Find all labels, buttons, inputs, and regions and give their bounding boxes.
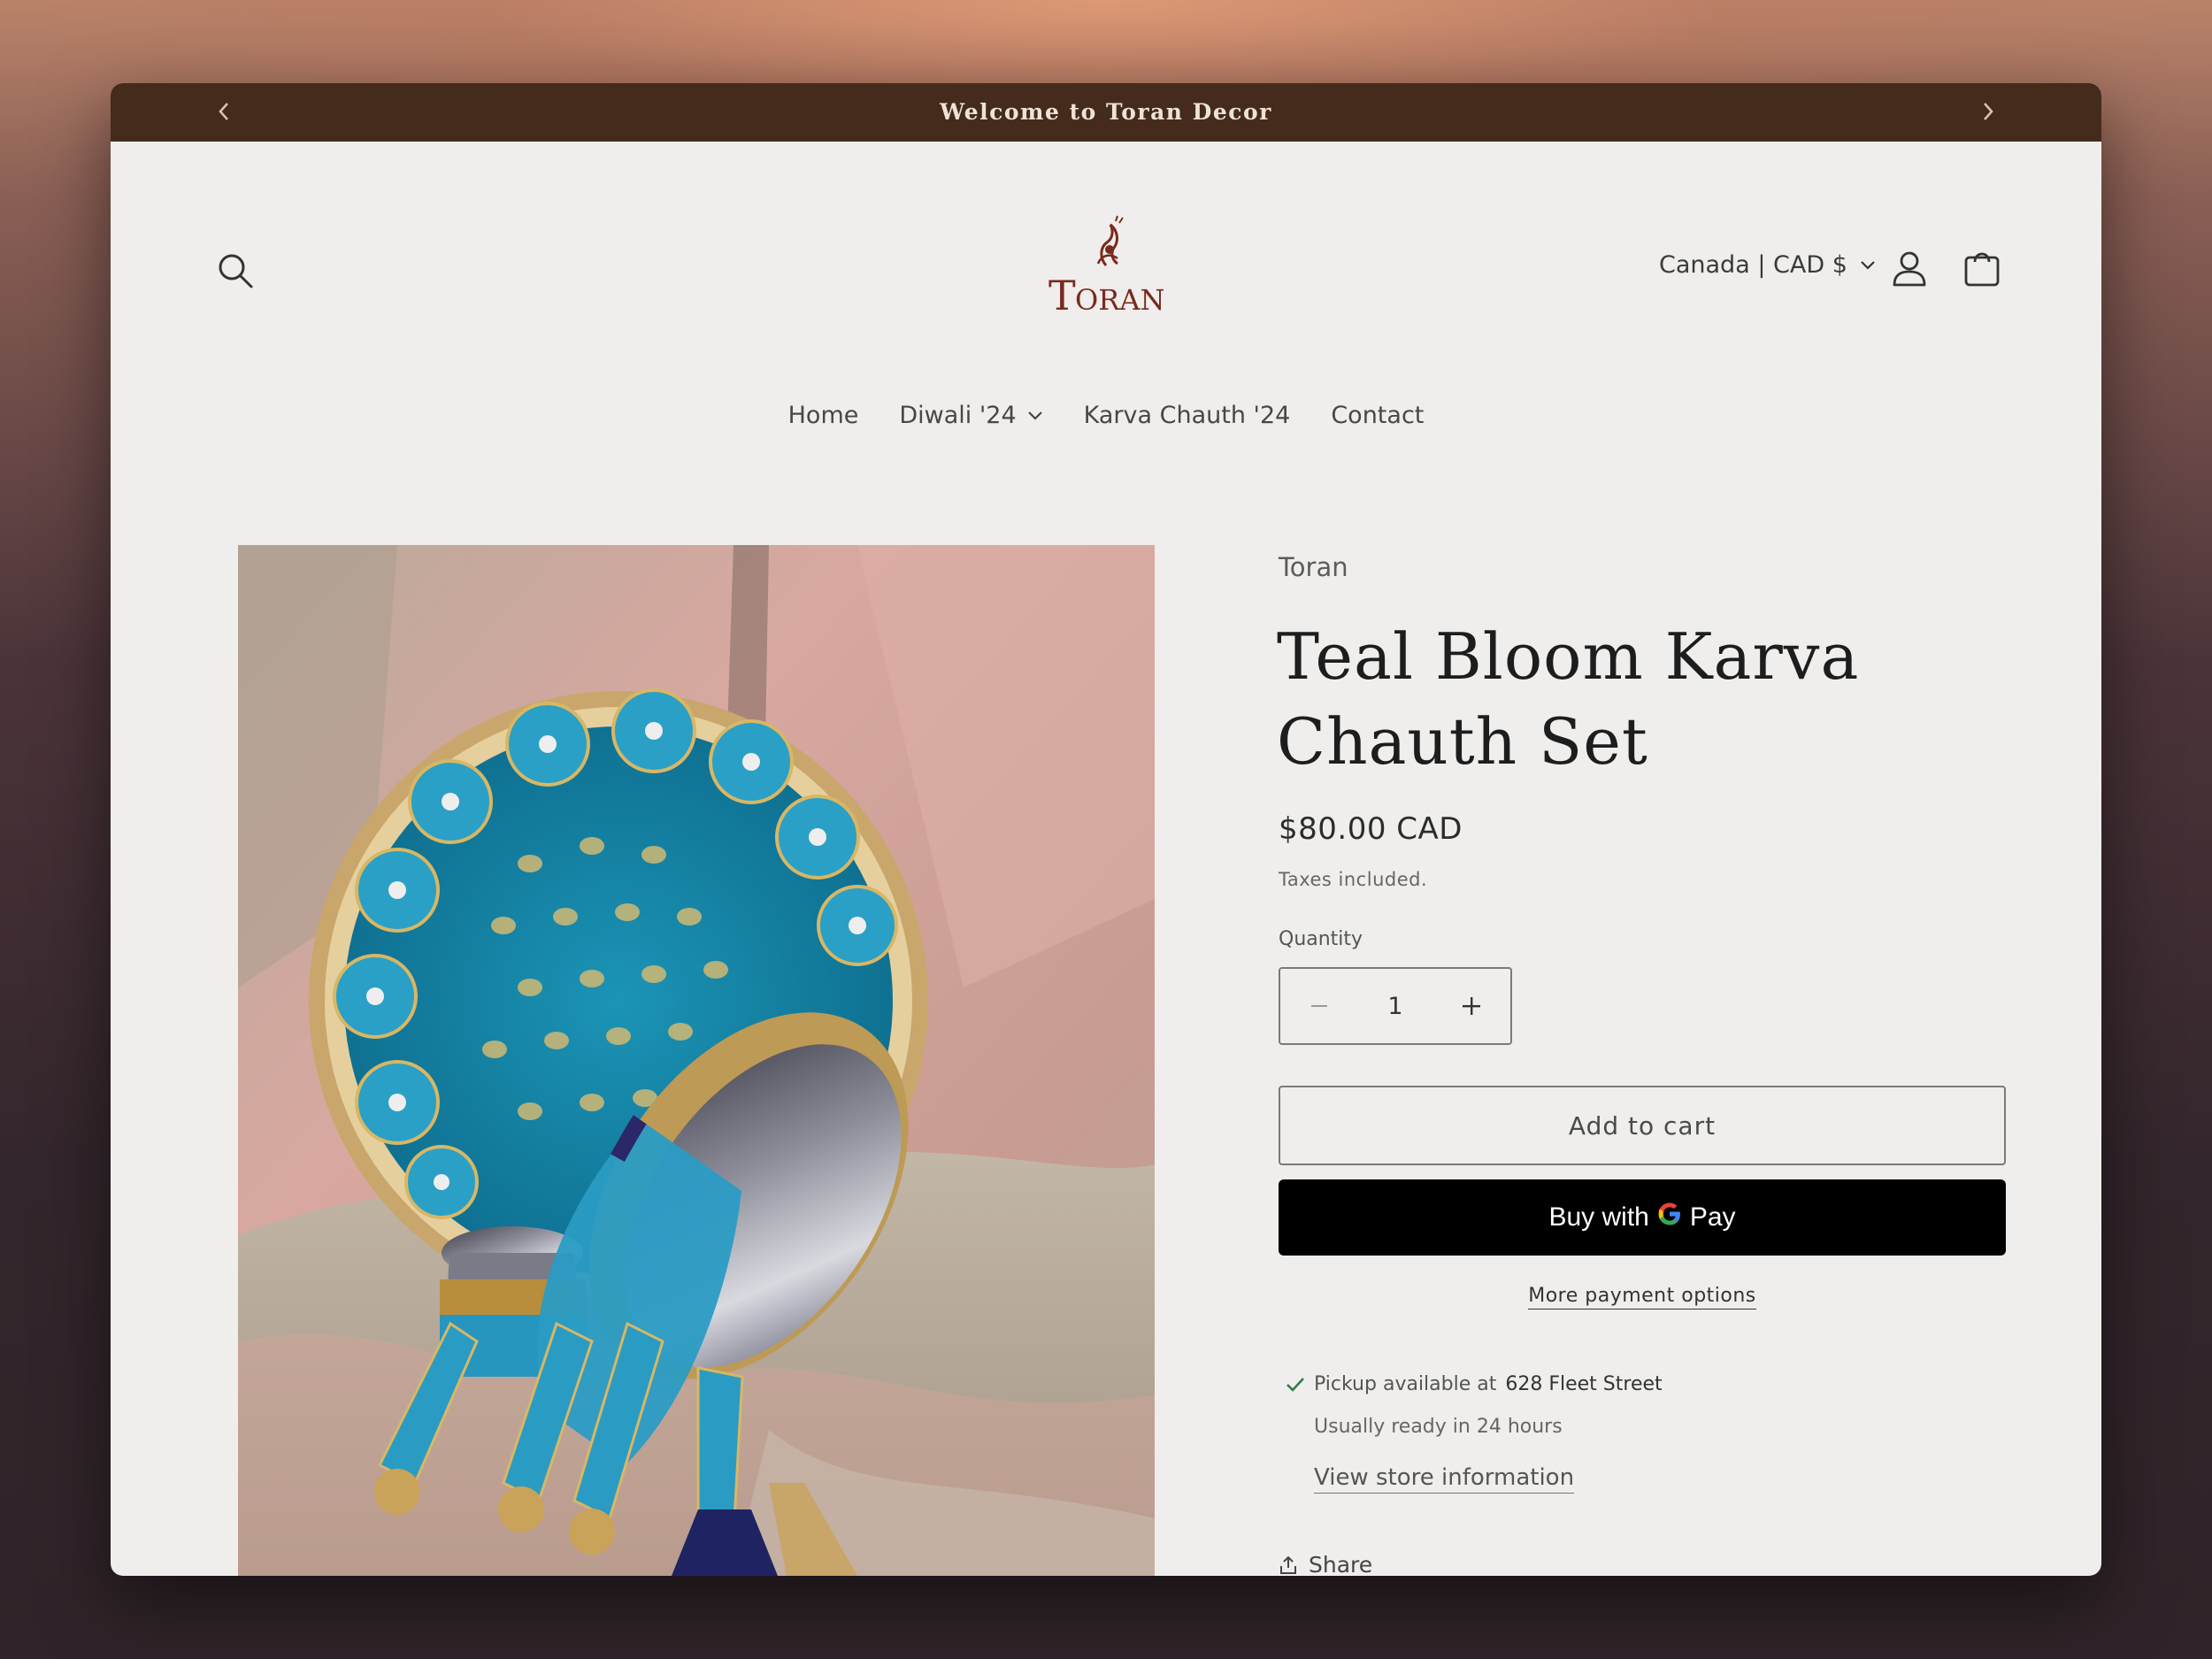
share-icon [1280, 1555, 1296, 1574]
buy-with-label: Buy with [1548, 1202, 1649, 1232]
taxes-note: Taxes included. [1279, 869, 1428, 890]
product-title: Teal Bloom Karva Chauth Set [1277, 619, 1860, 779]
nav-item-karva-chauth[interactable]: Karva Chauth '24 [1084, 402, 1291, 429]
country-selector-label: Canada | CAD $ [1659, 251, 1847, 279]
pickup-ready-time: Usually ready in 24 hours [1314, 1416, 1563, 1438]
view-store-information-link[interactable]: View store information [1314, 1464, 1575, 1494]
browser-window: Welcome to Toran Decor T ORAN Canada | C… [111, 83, 2101, 1576]
account-icon[interactable] [1889, 248, 1930, 288]
nav-item-label: Diwali '24 [899, 402, 1017, 429]
product-price: $80.00 CAD [1279, 811, 1463, 847]
announcement-bar: Welcome to Toran Decor [111, 83, 2101, 142]
search-icon[interactable] [214, 250, 257, 292]
plus-icon [1463, 997, 1480, 1015]
quantity-decrease-button[interactable] [1302, 988, 1337, 1024]
nav-item-label: Contact [1331, 402, 1425, 429]
checkmark-icon [1286, 1377, 1304, 1392]
toran-logo[interactable]: T ORAN [1048, 214, 1164, 320]
logo-text-rest: ORAN [1075, 283, 1164, 317]
country-currency-selector[interactable]: Canada | CAD $ [1659, 251, 1876, 279]
chevron-down-icon [1027, 411, 1042, 420]
nav-item-diwali[interactable]: Diwali '24 [899, 402, 1042, 429]
logo-text-initial: T [1048, 272, 1076, 319]
announcement-text: Welcome to Toran Decor [940, 99, 1272, 125]
google-g-icon [1656, 1201, 1683, 1234]
product-image[interactable] [238, 545, 1155, 1576]
nav-item-label: Home [787, 402, 859, 429]
product-vendor: Toran [1279, 552, 1348, 582]
share-button[interactable]: Share [1279, 1552, 1372, 1576]
quantity-value[interactable]: 1 [1387, 993, 1402, 1020]
share-label: Share [1309, 1552, 1373, 1576]
chevron-down-icon [1861, 260, 1875, 270]
pickup-prefix: Pickup available at [1314, 1373, 1497, 1395]
add-to-cart-button[interactable]: Add to cart [1279, 1086, 2006, 1165]
pickup-location: 628 Fleet Street [1505, 1373, 1663, 1395]
store-info-label: View store information [1314, 1464, 1575, 1494]
quantity-label: Quantity [1279, 928, 1363, 950]
quantity-stepper: 1 [1279, 967, 1512, 1045]
quantity-increase-button[interactable] [1454, 988, 1489, 1024]
nav-item-home[interactable]: Home [788, 402, 859, 429]
buy-with-google-pay-button[interactable]: Buy with Pay [1279, 1179, 2006, 1256]
pickup-availability: Pickup available at 628 Fleet Street [1286, 1373, 1663, 1395]
nav-item-contact[interactable]: Contact [1331, 402, 1424, 429]
minus-icon [1311, 1005, 1327, 1007]
chevron-right-icon[interactable] [1972, 96, 2004, 127]
more-payment-options-link[interactable]: More payment options [1279, 1285, 2006, 1310]
pay-label: Pay [1689, 1202, 1736, 1232]
cart-icon[interactable] [1962, 248, 2002, 288]
more-payment-label: More payment options [1528, 1285, 1756, 1310]
main-navigation: Home Diwali '24 Karva Chauth '24 Contact [111, 402, 2101, 429]
nav-item-label: Karva Chauth '24 [1083, 402, 1291, 429]
